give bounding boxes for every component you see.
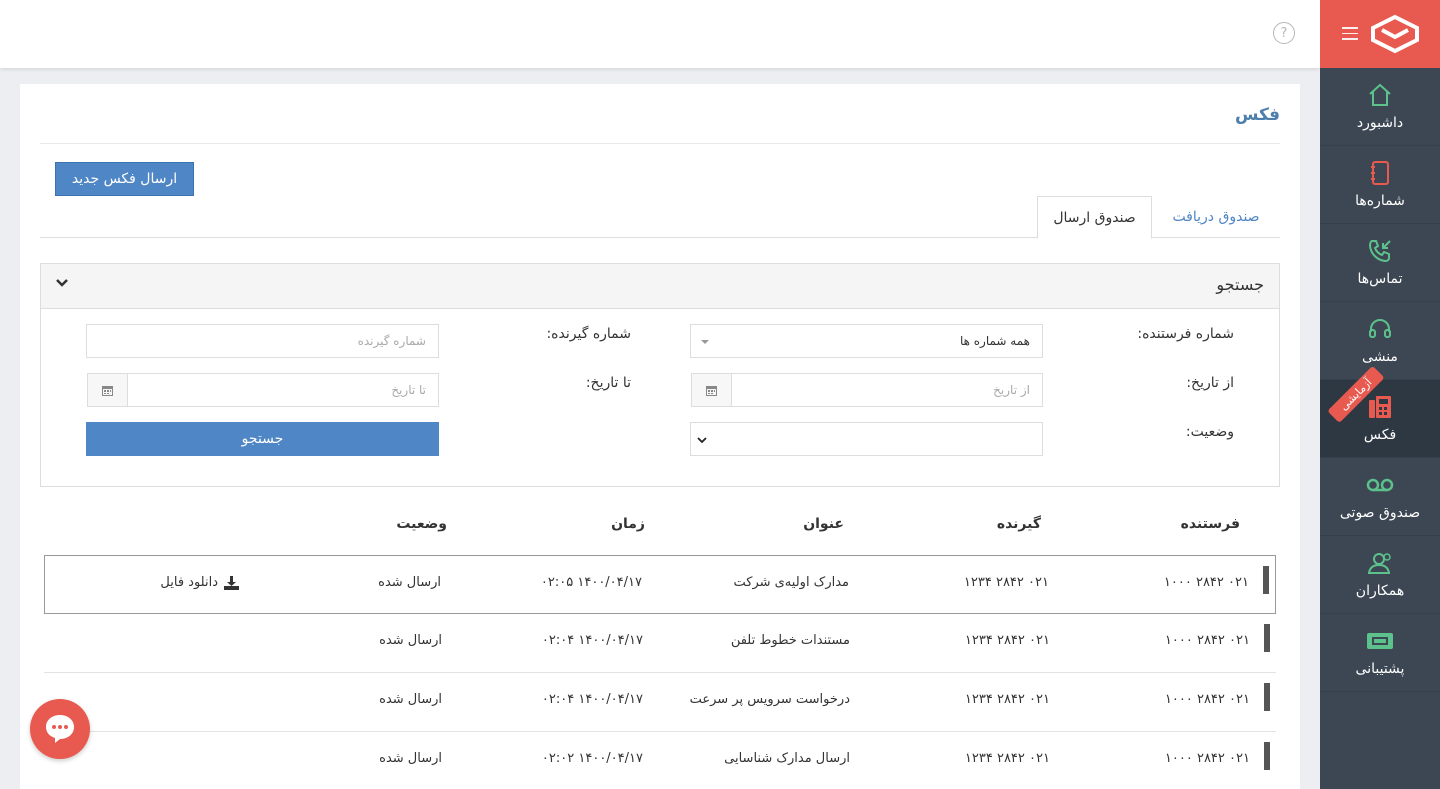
to-date-input[interactable]: تا تاریخ <box>87 373 439 407</box>
download-icon <box>224 575 239 590</box>
chat-button[interactable] <box>30 699 90 759</box>
table-row[interactable]: ۰۲۱ ۲۸۴۲ ۱۰۰۰ ۰۲۱ ۲۸۴۲ ۱۲۳۴ درخواست سروی… <box>44 673 1276 732</box>
sidebar-item-label: صندوق صوتی <box>1339 505 1421 521</box>
sidebar-item-colleagues[interactable]: همکاران <box>1320 536 1440 614</box>
home-icon <box>1369 83 1391 106</box>
table-row[interactable]: ۰۲۱ ۲۸۴۲ ۱۰۰۰ ۰۲۱ ۲۸۴۲ ۱۲۳۴ مستندات خطوط… <box>44 614 1276 673</box>
download-file-link[interactable]: دانلود فایل <box>160 575 239 590</box>
phone-incoming-icon <box>1368 240 1391 263</box>
receiver-input[interactable]: شماره گیرنده <box>86 324 439 358</box>
users-icon <box>1367 553 1391 574</box>
top-bar: ? <box>0 0 1320 68</box>
column-header-subject[interactable]: عنوان <box>803 516 844 532</box>
ticket-icon <box>1367 633 1393 649</box>
sidebar-item-fax[interactable]: آزمایشی فکس <box>1320 365 1440 458</box>
row-indicator <box>1263 566 1269 594</box>
search-panel-title: جستجو <box>1216 275 1264 294</box>
sidebar-item-label: شماره‌ها <box>1355 193 1405 209</box>
from-date-label: از تاریخ: <box>1186 375 1234 391</box>
sidebar-item-support[interactable]: پشتیبانی <box>1320 614 1440 692</box>
tab-outbox[interactable]: صندوق ارسال <box>1037 196 1152 239</box>
column-header-status: وضعیت <box>396 516 447 532</box>
sidebar-item-calls[interactable]: تماس‌ها <box>1320 224 1440 302</box>
calendar-icon[interactable] <box>88 374 128 406</box>
tabs: صندوق دریافت صندوق ارسال <box>40 196 1280 239</box>
sidebar-item-label: تماس‌ها <box>1357 271 1403 287</box>
column-header-sender[interactable]: فرستنده <box>1181 516 1240 532</box>
search-button[interactable]: جستجو <box>86 422 439 456</box>
chevron-down-icon[interactable] <box>55 276 69 290</box>
main-panel: فکس ارسال فکس جدید صندوق دریافت صندوق ار… <box>20 84 1300 789</box>
sidebar-item-label: فکس <box>1363 427 1397 443</box>
table-row[interactable]: ۰۲۱ ۲۸۴۲ ۱۰۰۰ ۰۲۱ ۲۸۴۲ ۱۲۳۴ مدارک اولیه‌… <box>44 555 1276 614</box>
help-icon[interactable]: ? <box>1273 22 1295 44</box>
sender-select[interactable]: همه شماره ها <box>690 324 1043 358</box>
to-date-label: تا تاریخ: <box>585 375 631 391</box>
sidebar-item-voicemail[interactable]: صندوق صوتی <box>1320 458 1440 536</box>
hamburger-menu-icon[interactable] <box>1342 27 1358 44</box>
new-fax-button[interactable]: ارسال فکس جدید <box>55 162 194 196</box>
table-row[interactable]: ۰۲۱ ۲۸۴۲ ۱۰۰۰ ۰۲۱ ۲۸۴۲ ۱۲۳۴ ارسال مدارک … <box>44 732 1276 789</box>
logo-bar <box>1320 0 1440 68</box>
sidebar-item-label: پشتیبانی <box>1355 661 1405 677</box>
sidebar-item-label: داشبورد <box>1356 115 1404 131</box>
row-indicator <box>1264 742 1270 770</box>
status-label: وضعیت: <box>1185 424 1234 440</box>
column-header-receiver[interactable]: گیرنده <box>997 516 1041 532</box>
from-date-input[interactable]: از تاریخ <box>691 373 1043 407</box>
chat-icon <box>46 715 74 743</box>
column-header-time[interactable]: زمان <box>611 516 645 532</box>
sidebar-item-dashboard[interactable]: داشبورد <box>1320 68 1440 146</box>
voicemail-icon <box>1366 478 1394 492</box>
caret-down-icon <box>701 340 709 344</box>
receiver-label: شماره گیرنده: <box>546 326 631 342</box>
sidebar-item-label: همکاران <box>1355 583 1405 599</box>
sidebar-item-label: منشی <box>1362 349 1398 365</box>
page-title: فکس <box>40 102 1280 144</box>
chevron-down-icon <box>697 437 707 444</box>
row-indicator <box>1264 624 1270 652</box>
sidebar-item-numbers[interactable]: شماره‌ها <box>1320 146 1440 224</box>
sender-label: شماره فرستنده: <box>1137 326 1234 342</box>
brand-logo[interactable] <box>1370 14 1420 54</box>
sidebar: داشبورد شماره‌ها تماس‌ها منشی آزمایشی فک… <box>1320 0 1440 789</box>
notebook-icon <box>1371 161 1389 185</box>
search-panel-header[interactable]: جستجو <box>41 264 1279 309</box>
row-indicator <box>1264 683 1270 711</box>
fax-icon <box>1369 396 1391 418</box>
headset-icon <box>1369 319 1391 338</box>
search-panel: جستجو شماره فرستنده: همه شماره ها شماره … <box>40 263 1280 487</box>
calendar-icon[interactable] <box>692 374 732 406</box>
tab-inbox[interactable]: صندوق دریافت <box>1152 196 1280 238</box>
sidebar-item-secretary[interactable]: منشی <box>1320 302 1440 380</box>
status-select[interactable] <box>690 422 1043 456</box>
